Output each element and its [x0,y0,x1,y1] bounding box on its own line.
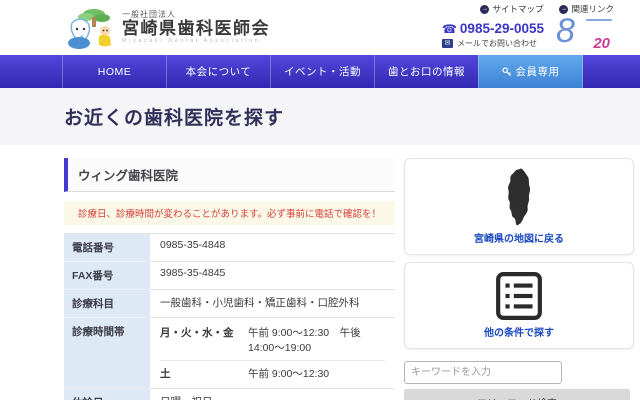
clinic-name-heading: ウィング歯科医院 [64,158,395,192]
related-links-label: 関連リンク [571,3,614,15]
table-row-fax: FAX番号 3985-35-4845 [64,262,395,290]
org-name-en: Miyazaki Dental Association [122,38,270,44]
row-value: 日曜・祝日 ※第3土曜日は休診 [150,389,395,400]
logo-text: 一般社団法人 宮崎県歯科医師会 Miyazaki Dental Associat… [122,11,270,45]
table-row-hours: 診療時間帯 月・火・水・金 午前 9:00〜12:30 午後 14:00〜19:… [64,318,395,389]
nav-item-events[interactable]: イベント・活動 [270,55,374,88]
list-icon [494,271,544,321]
phone-link[interactable]: ☎ 0985-29-0055 [442,21,544,36]
row-value: 月・火・水・金 午前 9:00〜12:30 午後 14:00〜19:00 土 午… [150,318,395,389]
schedule-time: 午前 9:00〜12:30 午後 14:00〜19:00 [248,325,385,355]
logo-8020: 8 20 [556,18,614,52]
nav-item-dental-info[interactable]: 歯とお口の情報 [374,55,478,88]
nav-label: HOME [98,66,132,78]
logo-8020-eight: 8 [556,12,575,51]
main-nav: HOME 本会について イベント・活動 歯とお口の情報 会員専用 [0,55,640,88]
utility-links: サイトマップ 関連リンク [480,3,614,15]
nav-label: 歯とお口の情報 [388,64,465,79]
nav-label: イベント・活動 [284,64,361,79]
map-card[interactable]: 宮崎県の地図に戻る [404,158,634,255]
org-name: 宮崎県歯科医師会 [122,20,270,39]
mascot-icon [64,5,118,51]
site-logo[interactable]: 一般社団法人 宮崎県歯科医師会 Miyazaki Dental Associat… [64,5,270,51]
keyword-input[interactable] [404,361,562,384]
phone-number: 0985-29-0055 [460,21,544,36]
row-label: 休診日 [64,389,150,400]
other-conditions-link[interactable]: 他の条件で探す [413,324,625,339]
schedule-line: 月・火・水・金 午前 9:00〜12:30 午後 14:00〜19:00 [160,323,385,361]
mail-icon [442,39,453,48]
row-label: 診療時間帯 [64,318,150,389]
key-icon [502,67,512,77]
row-label: 電話番号 [64,234,150,262]
mail-contact-link[interactable]: メールでお問い合わせ [442,38,537,49]
row-value: 一般歯科・小児歯科・矯正歯科・口腔外科 [150,290,395,318]
site-header: 一般社団法人 宮崎県歯科医師会 Miyazaki Dental Associat… [0,0,640,55]
row-label: FAX番号 [64,262,150,290]
mail-contact-label: メールでお問い合わせ [457,38,537,49]
schedule-time: 午前 9:00〜12:30 [248,366,329,381]
clinic-notice: 診療日、診療時間が変わることがあります。必ず事前に電話で確認を！ [64,201,395,225]
sitemap-link[interactable]: サイトマップ [480,3,543,15]
nav-item-home[interactable]: HOME [62,55,166,88]
closed-days: 日曜・祝日 [160,394,385,400]
nav-label: 会員専用 [516,64,560,79]
other-conditions-card[interactable]: 他の条件で探す [404,262,634,349]
contact-col: ☎ 0985-29-0055 メールでお問い合わせ [442,21,544,49]
nav-label: 本会について [186,64,252,79]
main-content: ウィング歯科医院 診療日、診療時間が変わることがあります。必ず事前に電話で確認を… [0,145,640,400]
schedule-days: 月・火・水・金 [160,325,248,355]
phone-icon: ☎ [442,22,457,36]
freeword-search-button[interactable]: フリーワード検索 [404,389,630,400]
table-row-phone: 電話番号 0985-35-4848 [64,234,395,262]
schedule-days: 土 [160,366,248,381]
nav-item-members-only[interactable]: 会員専用 [478,55,583,88]
page: 一般社団法人 宮崎県歯科医師会 Miyazaki Dental Associat… [0,0,640,400]
sitemap-link-label: サイトマップ [492,3,543,15]
page-title: お近くの歯科医院を探す [64,103,284,130]
arrow-circle-icon [480,5,489,14]
clinic-detail-panel: ウィング歯科医院 診療日、診療時間が変わることがあります。必ず事前に電話で確認を… [64,158,395,400]
clinic-info-table: 電話番号 0985-35-4848 FAX番号 3985-35-4845 診療科… [64,233,395,400]
sidebar: 宮崎県の地図に戻る 他の条件で探す フリーワード検索 [404,158,634,400]
row-value: 3985-35-4845 [150,262,395,290]
schedule-line: 土 午前 9:00〜12:30 [160,364,385,383]
contact-row: ☎ 0985-29-0055 メールでお問い合わせ 8 20 [442,18,614,52]
row-label: 診療科目 [64,290,150,318]
nav-item-about[interactable]: 本会について [166,55,270,88]
title-band: お近くの歯科医院を探す [0,88,640,145]
logo-8020-twenty: 20 [593,35,610,52]
table-row-departments: 診療科目 一般歯科・小児歯科・矯正歯科・口腔外科 [64,290,395,318]
miyazaki-map-icon [493,167,545,227]
back-to-map-link[interactable]: 宮崎県の地図に戻る [413,230,625,245]
row-value: 0985-35-4848 [150,234,395,262]
header-utility: サイトマップ 関連リンク ☎ 0985-29-0055 メールでお問い合わせ [442,3,614,52]
table-row-closed: 休診日 日曜・祝日 ※第3土曜日は休診 [64,389,395,400]
